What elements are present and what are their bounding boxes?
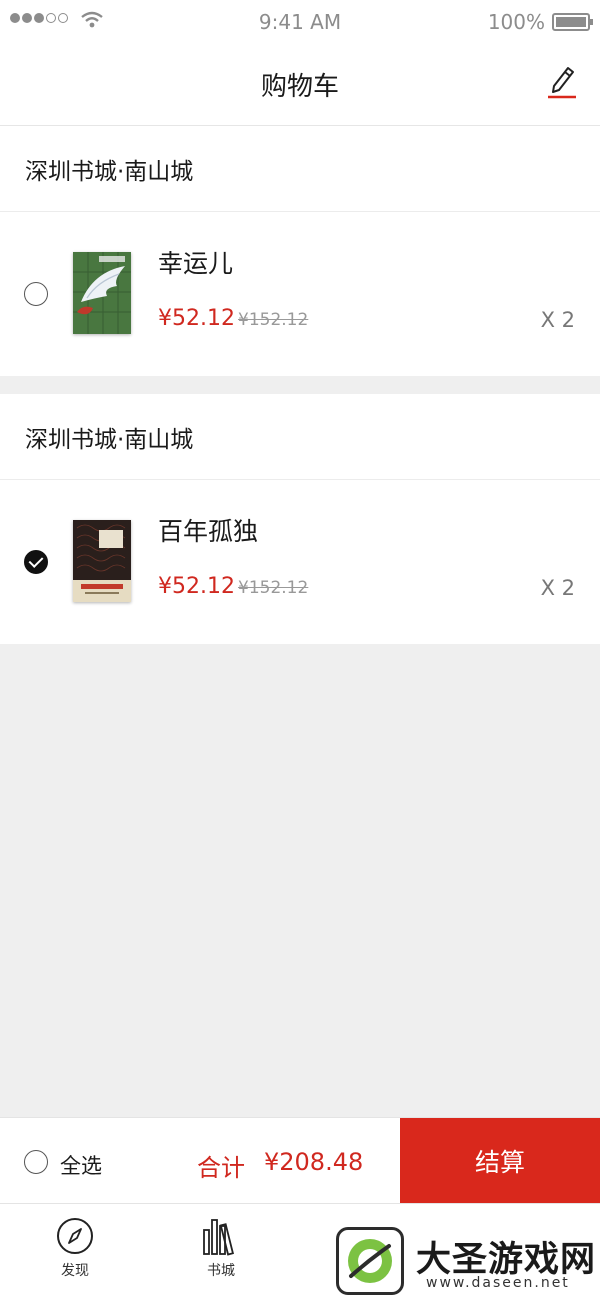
watermark-url: www.daseen.net xyxy=(426,1275,570,1291)
book-title[interactable]: 百年孤独 xyxy=(158,512,258,548)
store-section: 深圳书城·南山城 幸运儿 ¥52.12 ¥152.12 X 2 xyxy=(0,126,600,376)
book-price: ¥52.12 xyxy=(158,306,235,331)
book-cover[interactable] xyxy=(73,252,131,334)
cart-item[interactable]: 百年孤独 ¥52.12 ¥152.12 X 2 xyxy=(0,480,600,644)
item-checkbox[interactable] xyxy=(24,282,48,306)
page-title: 购物车 xyxy=(260,72,339,102)
store-section: 深圳书城·南山城 百年孤独 ¥52.12 ¥152.12 X 2 xyxy=(0,394,600,644)
watermark: 大圣游戏网 www.daseen.net xyxy=(336,1227,600,1299)
total-amount: ¥208.48 xyxy=(264,1148,364,1176)
tab-bookstore[interactable]: 书城 xyxy=(176,1216,266,1280)
tab-discover[interactable]: 发现 xyxy=(30,1216,120,1280)
total-label: 合计 xyxy=(197,1154,245,1182)
book-quantity: X 2 xyxy=(540,308,575,332)
book-title[interactable]: 幸运儿 xyxy=(158,244,233,280)
battery-percent: 100% xyxy=(487,10,545,34)
status-bar: 9:41 AM 100% xyxy=(0,0,600,44)
book-original-price: ¥152.12 xyxy=(238,578,309,598)
book-price: ¥52.12 xyxy=(158,574,235,599)
battery-icon xyxy=(552,13,593,31)
compass-icon xyxy=(57,1218,93,1254)
books-icon xyxy=(203,1219,235,1256)
item-checkbox[interactable] xyxy=(24,550,48,574)
tab-label: 书城 xyxy=(207,1263,235,1279)
cart-item[interactable]: 幸运儿 ¥52.12 ¥152.12 X 2 xyxy=(0,212,600,376)
select-all-checkbox[interactable] xyxy=(24,1150,48,1174)
nav-bar: 购物车 xyxy=(0,44,600,126)
store-name: 深圳书城·南山城 xyxy=(0,126,600,212)
cart-summary-bar: 全选 合计 ¥208.48 结算 xyxy=(0,1117,600,1204)
book-original-price: ¥152.12 xyxy=(238,310,309,330)
tab-label: 发现 xyxy=(61,1263,89,1279)
watermark-logo xyxy=(336,1227,404,1295)
book-cover[interactable] xyxy=(73,520,131,602)
book-quantity: X 2 xyxy=(540,576,575,600)
pencil-icon[interactable] xyxy=(546,62,578,100)
checkout-button[interactable]: 结算 xyxy=(400,1118,600,1204)
select-all-label[interactable]: 全选 xyxy=(60,1150,102,1180)
store-name: 深圳书城·南山城 xyxy=(0,394,600,480)
